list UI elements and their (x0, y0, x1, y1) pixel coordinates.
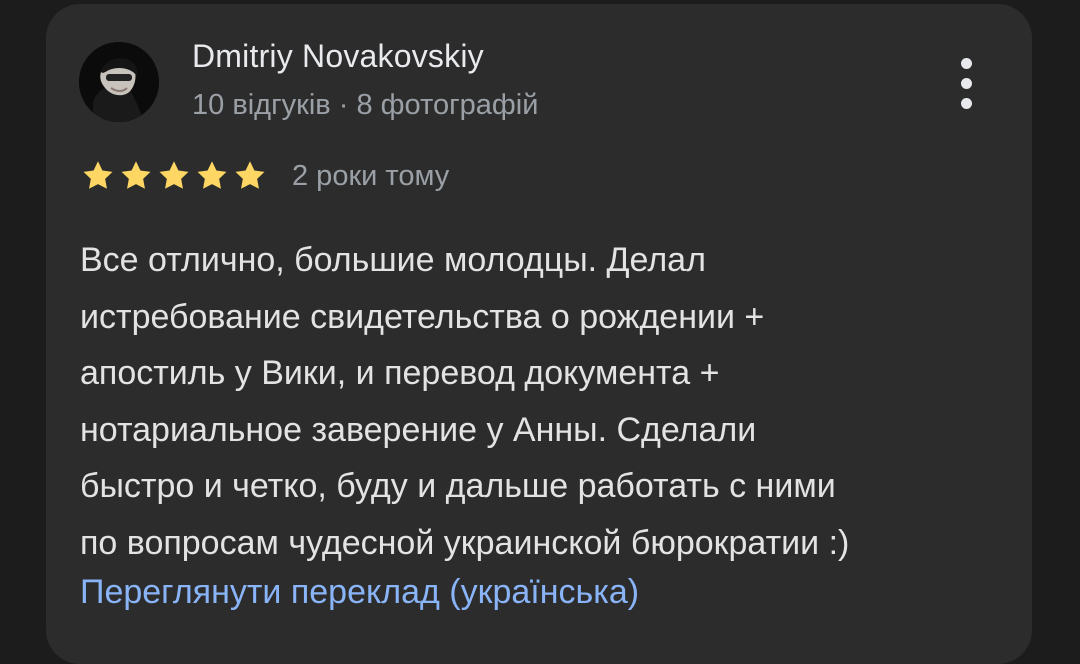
star-rating (80, 158, 268, 194)
star-icon (235, 161, 265, 189)
star-icon (197, 161, 227, 189)
review-text: Все отлично, большие молодцы. Делал истр… (80, 232, 1020, 571)
more-options-button[interactable] (948, 56, 988, 112)
avatar-photo (79, 42, 159, 122)
review-time: 2 роки тому (292, 160, 450, 192)
review-text-line: Все отлично, большие молодцы. Делал (80, 241, 706, 279)
review-text-line: апостиль у Вики, и перевод документа + (80, 354, 720, 392)
star-icon (159, 161, 189, 189)
avatar[interactable] (79, 42, 159, 122)
review-text-line: нотариальное заверение у Анны. Сделали (80, 410, 757, 449)
author-name[interactable]: Dmitriy Novakovskiy (192, 38, 484, 75)
author-meta: 10 відгуків · 8 фотографій (192, 89, 539, 121)
star-icon (121, 161, 151, 189)
review-text-line: по вопросам чудесной украинской бюрократ… (80, 523, 850, 562)
star-icon (83, 161, 113, 189)
view-translation-link[interactable]: Переглянути переклад (українська) (80, 566, 639, 618)
review-text-line: истребование свидетельства о рождении + (80, 297, 765, 336)
review-text-line: быстро и четко, буду и дальше работать с… (80, 467, 836, 505)
